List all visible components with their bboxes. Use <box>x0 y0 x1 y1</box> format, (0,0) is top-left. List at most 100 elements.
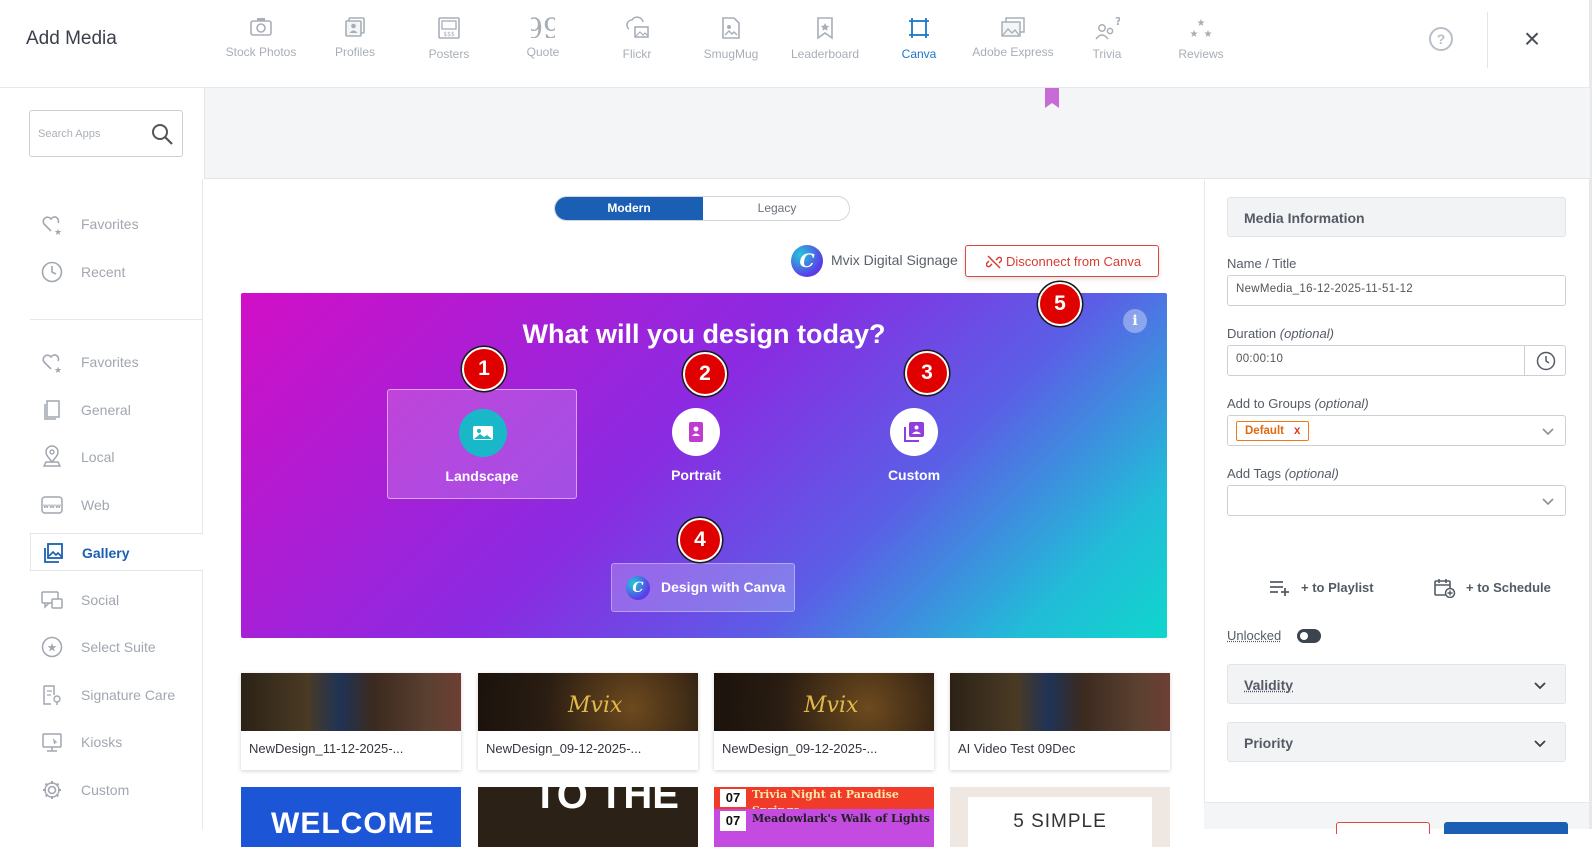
toggle-knob <box>1300 632 1308 640</box>
sidebar-item-favorites-top[interactable]: ★ Favorites <box>30 205 203 243</box>
sidebar-item-favorites[interactable]: ★ Favorites <box>30 343 203 381</box>
quote-icon: 99 <box>531 16 555 38</box>
camera-icon <box>250 18 272 36</box>
header-divider <box>1487 12 1488 68</box>
option-label: Landscape <box>445 468 519 484</box>
mode-modern-button[interactable]: Modern <box>555 197 703 220</box>
design-card[interactable]: Mvix NewDesign_09-12-2025-... <box>478 673 698 770</box>
custom-size-icon <box>890 408 938 456</box>
app-reviews[interactable]: ★ ★ ★ Reviews <box>1154 10 1248 85</box>
design-card[interactable]: Trivia Night at Paradise Springs Meadowl… <box>714 787 934 847</box>
canva-logo-icon: C <box>791 245 823 277</box>
groups-label: Add to Groups (optional) <box>1227 396 1369 411</box>
save-button[interactable] <box>1444 822 1568 834</box>
thumbnail-text: Trivia Night at Paradise Springs <box>714 787 934 817</box>
design-card[interactable]: NewDesign_11-12-2025-... <box>241 673 461 770</box>
sidebar-item-web[interactable]: www Web <box>30 486 203 524</box>
sidebar-item-gallery[interactable]: Gallery <box>30 533 203 571</box>
playlist-add-icon <box>1270 581 1289 596</box>
app-quote[interactable]: 99 Quote <box>496 10 590 85</box>
sidebar-item-label: Custom <box>81 782 130 798</box>
tags-label-text: Add Tags <box>1227 466 1281 481</box>
step-marker: 3 <box>905 351 949 395</box>
sidebar-item-local[interactable]: Local <box>30 438 203 476</box>
sidebar-item-social[interactable]: Social <box>30 581 203 619</box>
mode-legacy-button[interactable]: Legacy <box>703 197 849 220</box>
priority-accordion[interactable]: Priority <box>1227 722 1566 762</box>
sidebar-item-signature-care[interactable]: Signature Care <box>30 676 203 714</box>
sidebar-item-label: Favorites <box>81 216 139 232</box>
sidebar-item-recent[interactable]: Recent <box>30 253 203 291</box>
svg-text:★: ★ <box>54 366 62 374</box>
design-card[interactable]: 5 SIMPLE <box>950 787 1170 847</box>
heart-star-icon: ★ <box>42 354 62 374</box>
option-custom[interactable]: Custom <box>819 389 1009 499</box>
design-name: NewDesign_09-12-2025-... <box>722 741 878 756</box>
svg-text:★: ★ <box>1204 29 1213 40</box>
sidebar-item-kiosks[interactable]: Kiosks <box>30 723 203 761</box>
design-card[interactable]: Mvix NewDesign_09-12-2025-... <box>714 673 934 770</box>
info-icon[interactable]: i <box>1123 309 1147 333</box>
app-label: Reviews <box>1178 47 1224 61</box>
app-smugmug[interactable]: SmugMug <box>684 10 778 85</box>
thumbnail-overlay-text: Mvix <box>804 693 859 718</box>
app-trivia[interactable]: ? Trivia <box>1060 10 1154 85</box>
duration-picker-button[interactable] <box>1524 346 1566 375</box>
design-thumbnail <box>241 673 461 731</box>
add-to-schedule-button[interactable]: + to Schedule <box>1434 578 1574 598</box>
validity-accordion[interactable]: Validity <box>1227 664 1566 704</box>
search-apps-box <box>29 110 183 157</box>
option-label: Custom <box>887 467 941 483</box>
groups-select[interactable]: Default x <box>1227 415 1566 446</box>
design-card[interactable]: TO THE <box>478 787 698 847</box>
hero-title: What will you design today? <box>522 319 886 349</box>
help-icon[interactable]: ? <box>1429 27 1453 51</box>
app-canva[interactable]: Canva <box>872 10 966 85</box>
canva-design-panel: What will you design today? i Landscape … <box>241 293 1167 638</box>
sidebar-item-custom[interactable]: Custom <box>30 771 203 809</box>
step-marker: 2 <box>683 352 727 396</box>
cancel-button[interactable] <box>1336 822 1430 834</box>
design-name: NewDesign_11-12-2025-... <box>249 741 404 756</box>
app-adobe-express[interactable]: Adobe Express <box>966 10 1060 85</box>
unlocked-toggle[interactable] <box>1297 629 1321 643</box>
disconnect-canva-button[interactable]: Disconnect from Canva <box>965 245 1159 277</box>
landscape-icon <box>459 409 507 457</box>
apps-toolbar <box>204 88 1590 179</box>
sidebar-item-general[interactable]: General <box>30 391 203 429</box>
app-stock-photos[interactable]: Stock Photos <box>214 10 308 85</box>
app-flickr[interactable]: Flickr <box>590 10 684 85</box>
design-with-canva-button[interactable]: C Design with Canva <box>611 563 795 612</box>
tags-select[interactable] <box>1227 485 1566 516</box>
thumbnail-date: 07 <box>720 811 746 831</box>
close-icon[interactable]: × <box>1519 25 1545 53</box>
disconnect-label: Disconnect from Canva <box>1006 254 1142 269</box>
step-marker: 1 <box>462 347 506 391</box>
app-label: Stock Photos <box>225 45 297 59</box>
add-to-schedule-label: + to Schedule <box>1466 580 1551 595</box>
add-to-playlist-button[interactable]: + to Playlist <box>1269 578 1399 598</box>
option-landscape[interactable]: Landscape <box>387 389 577 499</box>
svg-text:★: ★ <box>47 641 58 655</box>
sidebar-item-label: Web <box>81 497 110 513</box>
sidebar-item-label: Select Suite <box>81 639 156 655</box>
search-icon[interactable] <box>150 122 174 146</box>
clock-icon <box>41 261 63 283</box>
app-label: Trivia <box>1092 47 1122 61</box>
heart-star-icon: ★ <box>42 216 62 236</box>
chip-remove-icon[interactable]: x <box>1294 425 1300 437</box>
duration-input[interactable] <box>1236 353 1506 365</box>
search-apps-input[interactable] <box>38 123 143 145</box>
app-leaderboard[interactable]: Leaderboard <box>778 10 872 85</box>
profiles-icon <box>345 17 365 37</box>
app-posters[interactable]: $$$ Posters <box>402 10 496 85</box>
name-title-input[interactable] <box>1236 283 1516 295</box>
app-profiles[interactable]: Profiles <box>308 10 402 85</box>
design-card[interactable]: AI Video Test 09Dec <box>950 673 1170 770</box>
sidebar-item-select-suite[interactable]: ★ Select Suite <box>30 628 203 666</box>
design-card[interactable]: WELCOME <box>241 787 461 847</box>
option-portrait[interactable]: Portrait <box>601 389 791 499</box>
thumbnail-overlay-text: Mvix <box>568 693 623 718</box>
chevron-down-icon <box>1542 428 1554 436</box>
smugmug-icon <box>722 17 740 39</box>
